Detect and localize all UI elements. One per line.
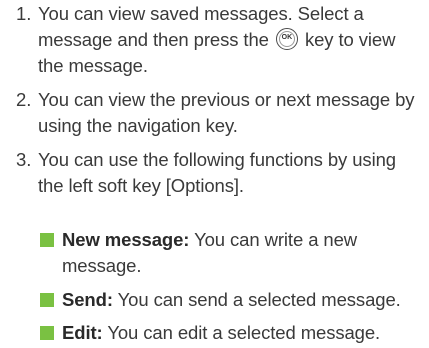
function-item-edit: Edit: You can edit a selected message. bbox=[40, 320, 424, 346]
function-term: Send: bbox=[62, 289, 113, 310]
function-text: New message: You can write a new message… bbox=[62, 227, 424, 279]
manual-page: 1. You can view saved messages. Select a… bbox=[0, 0, 429, 348]
step-number: 1. bbox=[16, 3, 32, 24]
ok-key-icon: OK bbox=[275, 28, 298, 50]
step-text: You can view saved messages. Select a me… bbox=[38, 1, 424, 79]
green-square-bullet-icon bbox=[40, 233, 54, 247]
ok-key-icon-label: OK bbox=[281, 34, 293, 41]
step-3: 3. You can use the following functions b… bbox=[16, 147, 424, 199]
step-2: 2. You can view the previous or next mes… bbox=[16, 87, 424, 139]
function-text: Edit: You can edit a selected message. bbox=[62, 320, 424, 346]
function-description: You can send a selected message. bbox=[117, 289, 401, 310]
function-item-new-message: New message: You can write a new message… bbox=[40, 227, 424, 279]
green-square-bullet-icon bbox=[40, 326, 54, 340]
step-text: You can use the following functions by u… bbox=[38, 149, 396, 196]
function-text: Send: You can send a selected message. bbox=[62, 287, 424, 313]
step-1: 1. You can view saved messages. Select a… bbox=[16, 1, 424, 79]
step-number: 3. bbox=[16, 149, 32, 170]
step-text: You can view the previous or next messag… bbox=[38, 89, 415, 136]
step-number: 2. bbox=[16, 89, 32, 110]
function-item-send: Send: You can send a selected message. bbox=[40, 287, 424, 313]
function-term: Edit: bbox=[62, 322, 103, 343]
function-term: New message: bbox=[62, 229, 190, 250]
green-square-bullet-icon bbox=[40, 293, 54, 307]
function-description: You can edit a selected message. bbox=[107, 322, 381, 343]
